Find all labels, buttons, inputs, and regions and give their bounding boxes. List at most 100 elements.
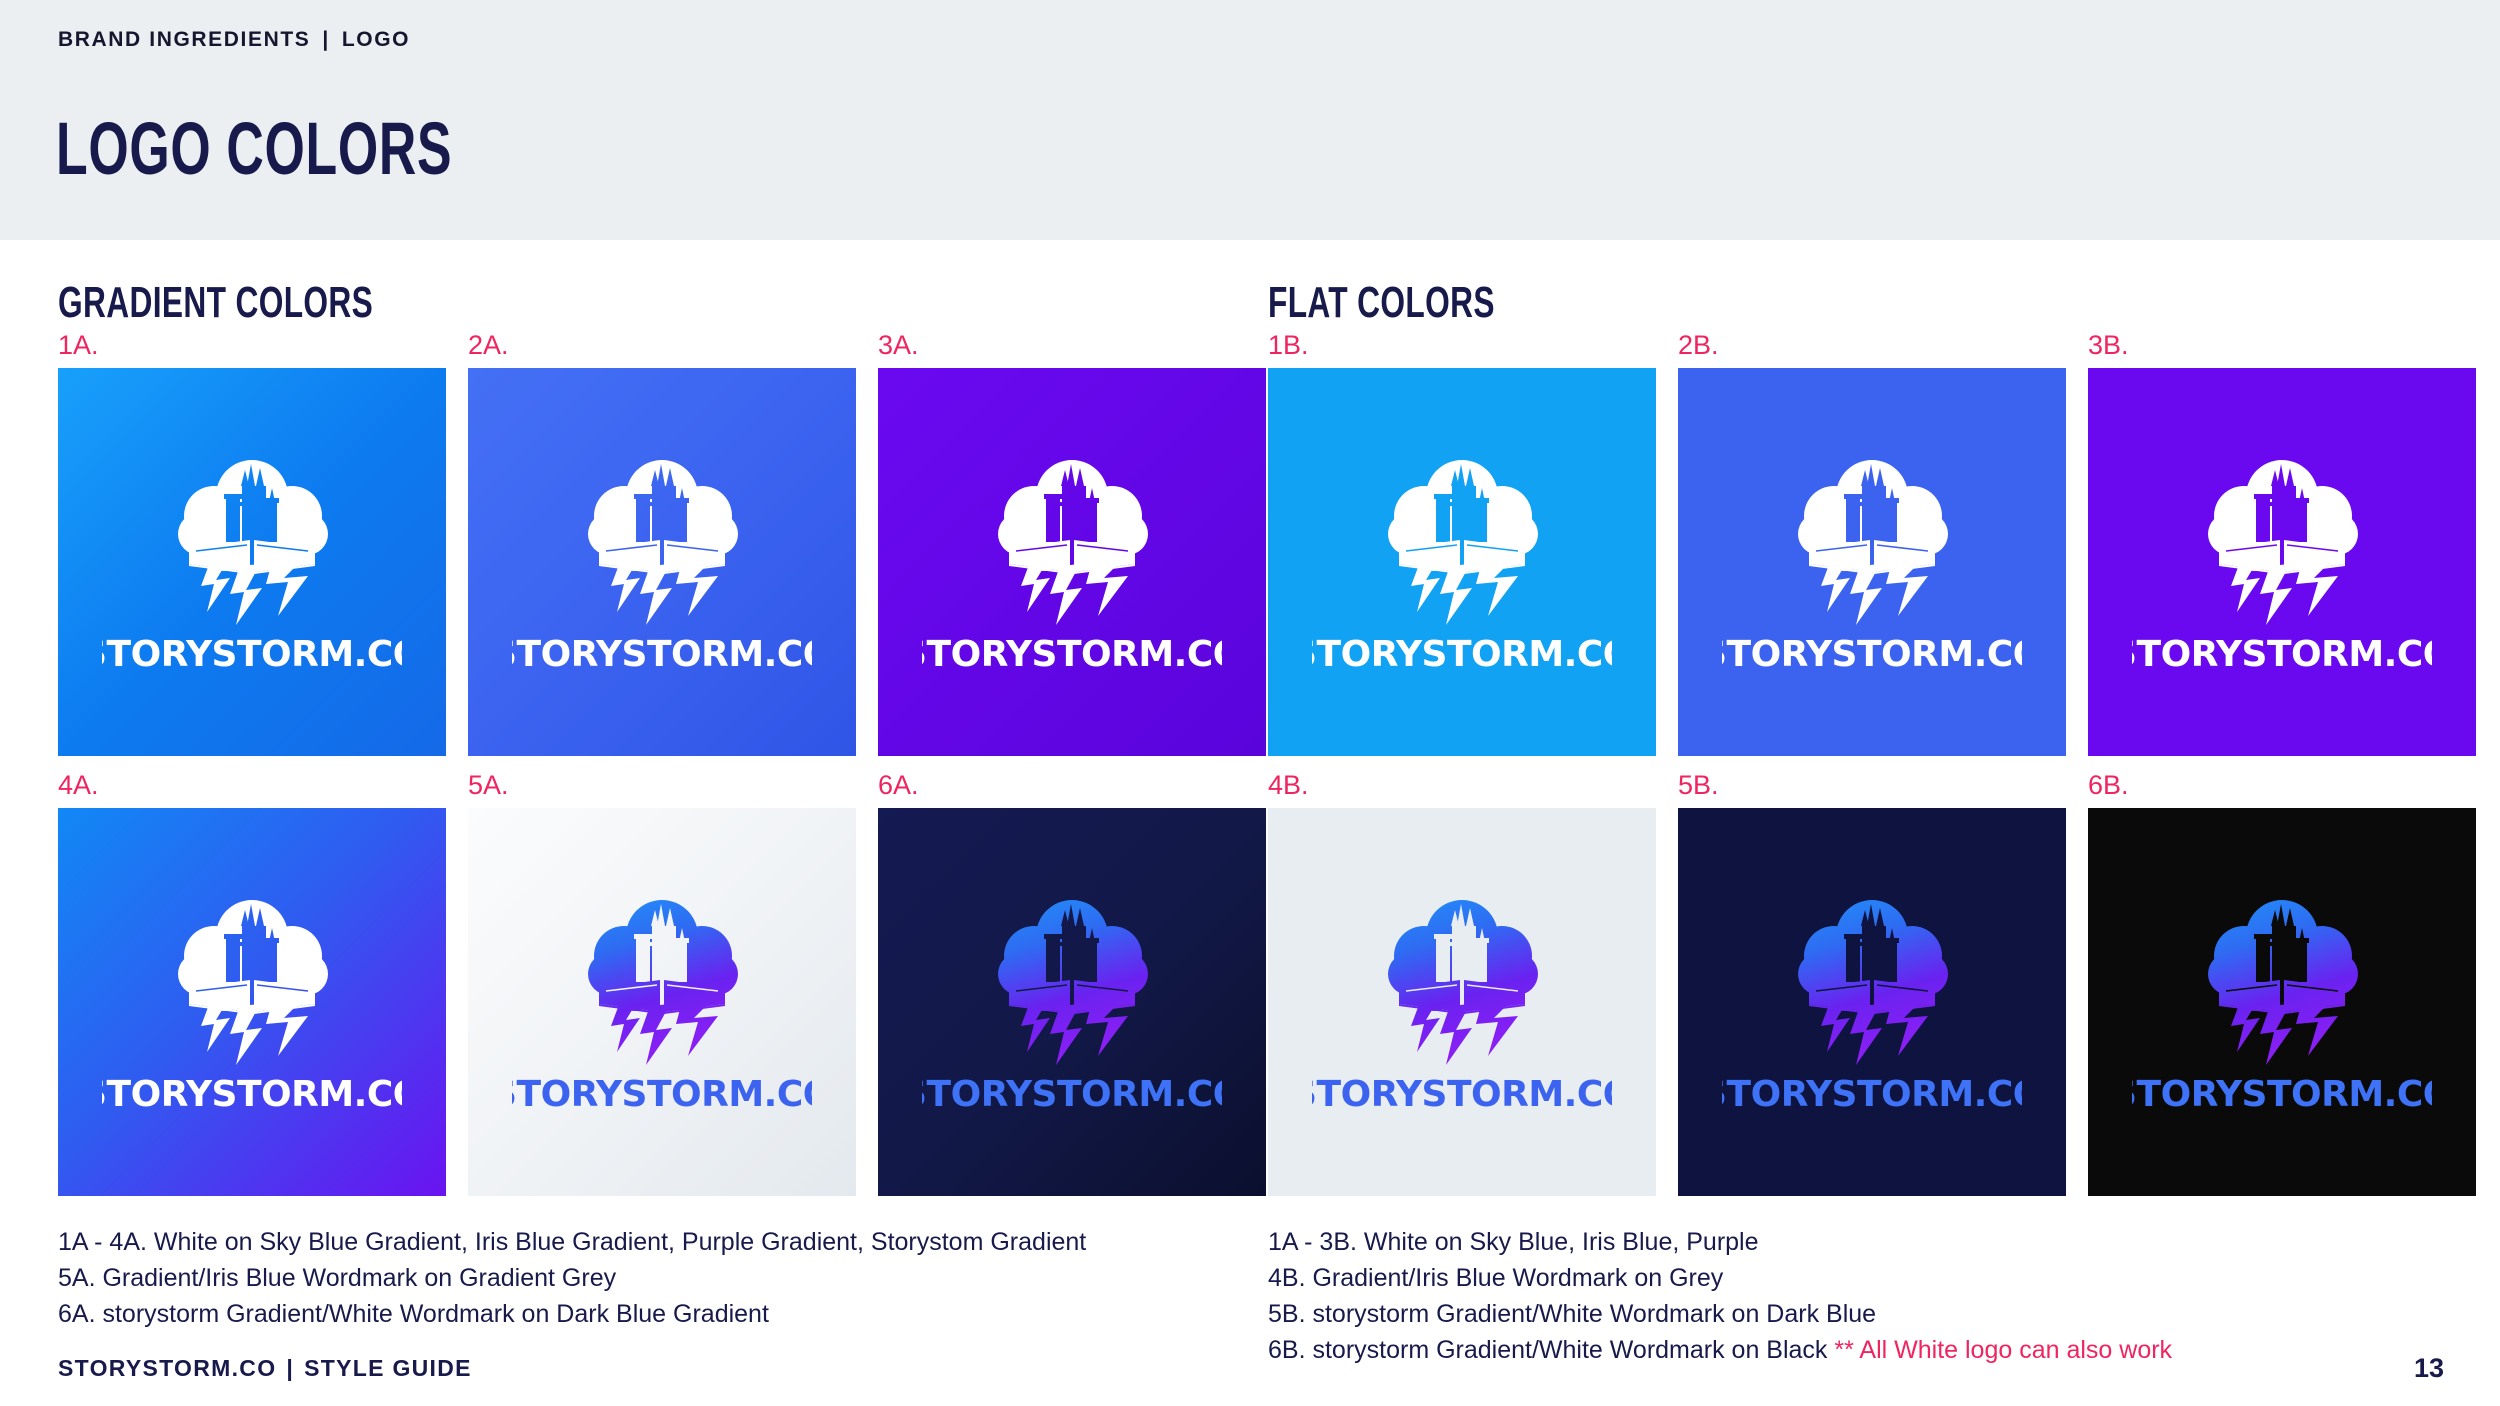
color-swatch-4a[interactable]: 4A. TORYSTORM.C — [58, 770, 446, 1196]
swatch-color-area[interactable]: STORYSTORM.CO — [878, 368, 1266, 756]
storystorm-logo-mark — [152, 449, 352, 625]
logo-lockup: STORYSTORM.CO — [907, 412, 1237, 712]
storystorm-logo-mark — [1362, 889, 1562, 1065]
logo-lockup: STORYSTORM.CO — [2117, 852, 2447, 1152]
swatch-label: 1A. — [58, 330, 99, 360]
logo-lockup: STORYSTORM.CO — [1297, 852, 1627, 1152]
storystorm-logo-mark — [1772, 449, 1972, 625]
svg-text:STORYSTORM.CO: STORYSTORM.CO — [1722, 1074, 2022, 1115]
color-swatch-2a[interactable]: 2A. TORYSTORM.C — [468, 330, 856, 756]
caption-line: 5B. storystorm Gradient/White Wordmark o… — [1268, 1300, 1877, 1328]
color-swatch-4b[interactable]: 4B. TORYSTORM.C — [1268, 770, 1656, 1196]
color-swatch-2b[interactable]: 2B. TORYSTORM.C — [1678, 330, 2066, 756]
svg-text:STORYSTORM.CO: STORYSTORM.CO — [1722, 634, 2022, 675]
swatch-label: 3A. — [878, 330, 919, 360]
swatch-label: 2B. — [1678, 330, 1719, 360]
logo-lockup: STORYSTORM.CO — [907, 852, 1237, 1152]
breadcrumb: BRAND INGREDIENTS | LOGO — [58, 28, 410, 52]
svg-text:STORYSTORM.CO: STORYSTORM.CO — [2132, 634, 2432, 675]
swatch-label: 1B. — [1268, 330, 1309, 360]
svg-text:STORYSTORM.CO: STORYSTORM.CO — [1312, 1074, 1612, 1115]
storystorm-logo-mark — [152, 889, 352, 1065]
caption-line-with-note: 6B. storystorm Gradient/White Wordmark o… — [1268, 1332, 2172, 1368]
color-swatch-3b[interactable]: 3B. TORYSTORM.C — [2088, 330, 2476, 756]
swatch-color-area[interactable]: STORYSTORM.CO — [58, 808, 446, 1196]
storystorm-logo-mark — [972, 889, 1172, 1065]
storystorm-logo-mark — [1362, 449, 1562, 625]
color-swatch-5a[interactable]: 5A. TORYSTORM.C — [468, 770, 856, 1196]
svg-text:STORYSTORM.CO: STORYSTORM.CO — [922, 1074, 1222, 1115]
logo-lockup: STORYSTORM.CO — [1297, 412, 1627, 712]
swatch-color-area[interactable]: STORYSTORM.CO — [1678, 368, 2066, 756]
svg-text:STORYSTORM.CO: STORYSTORM.CO — [922, 634, 1222, 675]
svg-text:STORYSTORM.CO: STORYSTORM.CO — [1312, 634, 1612, 675]
page-number: 13 — [2413, 1353, 2444, 1383]
swatch-color-area[interactable]: STORYSTORM.CO — [468, 808, 856, 1196]
storystorm-logo-mark — [2182, 889, 2382, 1065]
caption-note: ** All White logo can also work — [1834, 1336, 2173, 1364]
swatch-label: 6B. — [2088, 770, 2129, 800]
page-title: LOGO COLORS — [56, 107, 453, 190]
swatch-label: 6A. — [878, 770, 919, 800]
footer-separator: | — [286, 1355, 295, 1381]
storystorm-wordmark: STORYSTORM.CO — [1722, 1074, 2022, 1115]
color-swatch-6a[interactable]: 6A. TORYSTORM.C — [878, 770, 1266, 1196]
breadcrumb-section: BRAND INGREDIENTS — [58, 28, 311, 51]
footer-label: STYLE GUIDE — [304, 1355, 472, 1381]
caption-gradient-colors: 1A - 4A. White on Sky Blue Gradient, Iri… — [58, 1224, 1086, 1332]
section-heading-flat-colors: FLAT COLORS — [1268, 278, 1495, 327]
color-swatch-1b[interactable]: 1B. TORYSTORM.C — [1268, 330, 1656, 756]
color-swatch-3a[interactable]: 3A. TORYSTORM.C — [878, 330, 1266, 756]
swatch-label: 4A. — [58, 770, 99, 800]
caption-line: 1A - 3B. White on Sky Blue, Iris Blue, P… — [1268, 1228, 1759, 1256]
storystorm-wordmark: STORYSTORM.CO — [922, 634, 1222, 675]
caption-line: 6A. storystorm Gradient/White Wordmark o… — [58, 1300, 769, 1328]
caption-line-main: 6B. storystorm Gradient/White Wordmark o… — [1268, 1336, 1835, 1364]
logo-lockup: STORYSTORM.CO — [87, 852, 417, 1152]
caption-flat-colors: 1A - 3B. White on Sky Blue, Iris Blue, P… — [1268, 1224, 2172, 1368]
caption-line: 1A - 4A. White on Sky Blue Gradient, Iri… — [58, 1228, 1087, 1256]
storystorm-wordmark: STORYSTORM.CO — [1312, 634, 1612, 675]
svg-text:STORYSTORM.CO: STORYSTORM.CO — [512, 634, 812, 675]
swatch-color-area[interactable]: STORYSTORM.CO — [468, 368, 856, 756]
swatch-color-area[interactable]: STORYSTORM.CO — [1268, 808, 1656, 1196]
logo-lockup: STORYSTORM.CO — [497, 852, 827, 1152]
svg-text:STORYSTORM.CO: STORYSTORM.CO — [102, 1074, 402, 1115]
swatch-label: 5A. — [468, 770, 509, 800]
storystorm-logo-mark — [972, 449, 1172, 625]
logo-lockup: STORYSTORM.CO — [1707, 852, 2037, 1152]
caption-line: 4B. Gradient/Iris Blue Wordmark on Grey — [1268, 1264, 1724, 1292]
swatch-color-area[interactable]: STORYSTORM.CO — [2088, 808, 2476, 1196]
svg-text:STORYSTORM.CO: STORYSTORM.CO — [2132, 1074, 2432, 1115]
color-swatch-1a[interactable]: 1A. TORYSTORM.C — [58, 330, 446, 756]
storystorm-wordmark: STORYSTORM.CO — [512, 634, 812, 675]
section-heading-gradient-colors: GRADIENT COLORS — [58, 278, 374, 327]
caption-line: 5A. Gradient/Iris Blue Wordmark on Gradi… — [58, 1264, 617, 1292]
swatch-label: 4B. — [1268, 770, 1309, 800]
breadcrumb-page: LOGO — [341, 28, 411, 51]
storystorm-wordmark: STORYSTORM.CO — [2132, 1074, 2432, 1115]
logo-lockup: STORYSTORM.CO — [1707, 412, 2037, 712]
color-swatch-5b[interactable]: 5B. TORYSTORM.C — [1678, 770, 2066, 1196]
storystorm-wordmark: STORYSTORM.CO — [1312, 1074, 1612, 1115]
swatch-color-area[interactable]: STORYSTORM.CO — [1268, 368, 1656, 756]
svg-text:STORYSTORM.CO: STORYSTORM.CO — [102, 634, 402, 675]
storystorm-wordmark: STORYSTORM.CO — [102, 1074, 402, 1115]
storystorm-wordmark: STORYSTORM.CO — [102, 634, 402, 675]
svg-text:STORYSTORM.CO: STORYSTORM.CO — [512, 1074, 812, 1115]
footer-brand: STORYSTORM.CO — [58, 1355, 277, 1381]
swatch-color-area[interactable]: STORYSTORM.CO — [58, 368, 446, 756]
swatch-color-area[interactable]: STORYSTORM.CO — [2088, 368, 2476, 756]
storystorm-wordmark: STORYSTORM.CO — [1722, 634, 2022, 675]
storystorm-logo-mark — [2182, 449, 2382, 625]
color-swatch-6b[interactable]: 6B. TORYSTORM.C — [2088, 770, 2476, 1196]
swatch-color-area[interactable]: STORYSTORM.CO — [1678, 808, 2066, 1196]
storystorm-logo-mark — [1772, 889, 1972, 1065]
swatch-label: 5B. — [1678, 770, 1719, 800]
storystorm-logo-mark — [562, 449, 762, 625]
storystorm-wordmark: STORYSTORM.CO — [922, 1074, 1222, 1115]
footer-brand-line: STORYSTORM.CO | STYLE GUIDE — [58, 1355, 472, 1382]
logo-lockup: STORYSTORM.CO — [497, 412, 827, 712]
swatch-label: 3B. — [2088, 330, 2129, 360]
swatch-color-area[interactable]: STORYSTORM.CO — [878, 808, 1266, 1196]
